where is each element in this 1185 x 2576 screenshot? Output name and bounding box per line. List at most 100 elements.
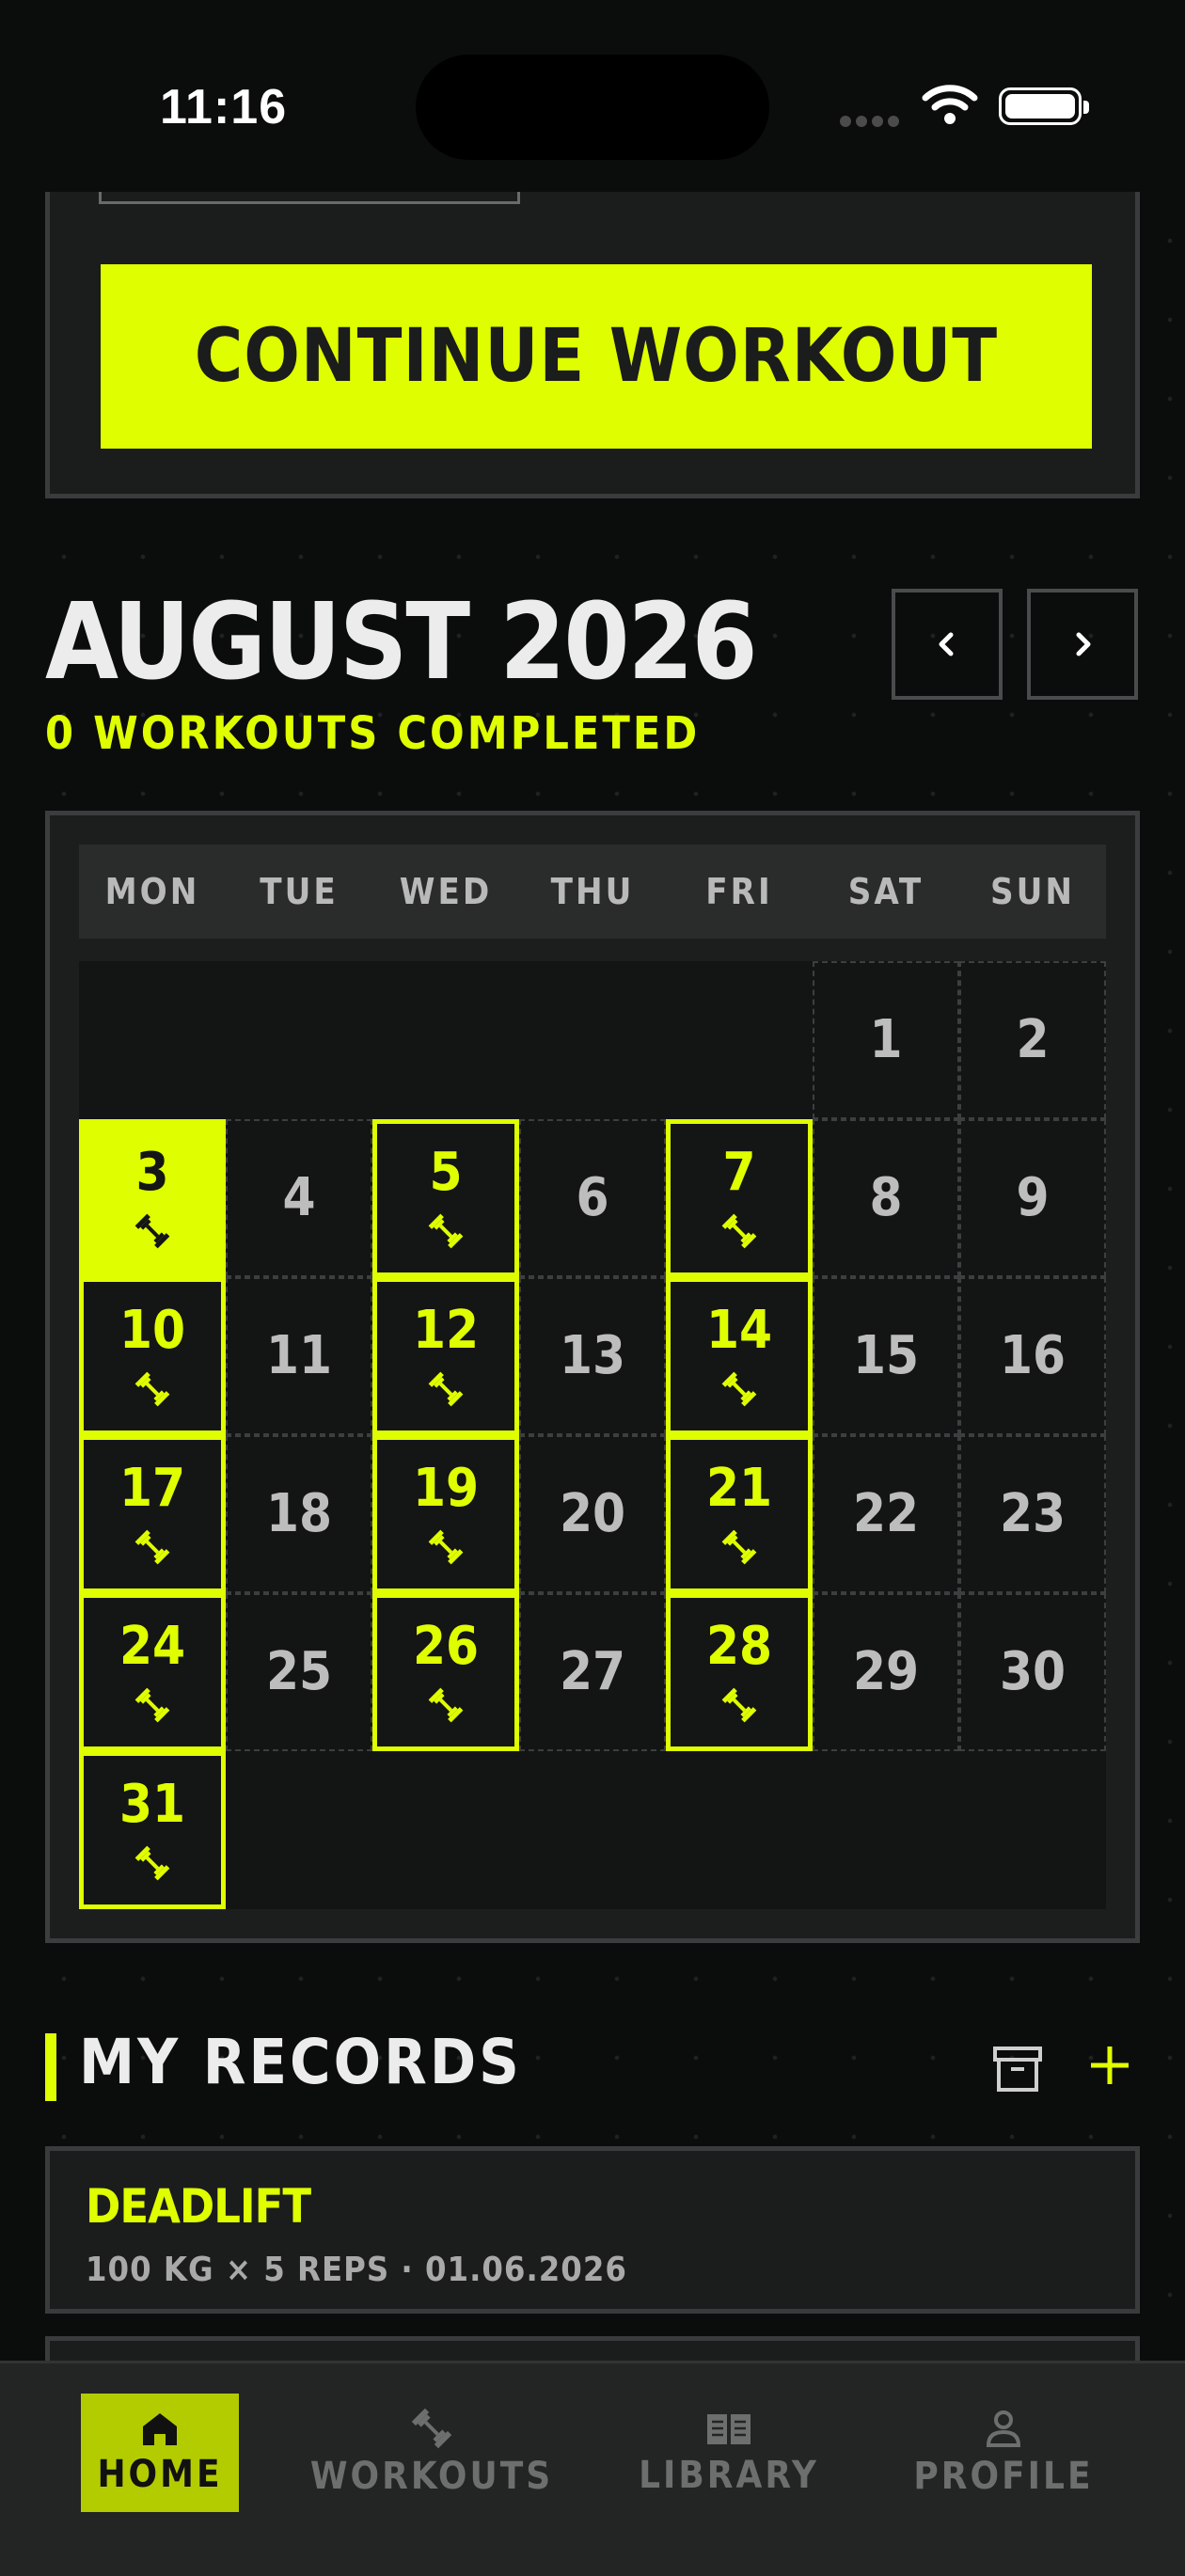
calendar-day-8[interactable]: 8 <box>813 1119 959 1277</box>
calendar-day-26[interactable]: 26 <box>372 1593 519 1751</box>
weekday-label: SAT <box>847 871 924 912</box>
day-number: 6 <box>576 1167 609 1228</box>
dumbbell-icon <box>134 1686 171 1724</box>
record-card[interactable]: DEADLIFT 100 KG × 5 REPS · 01.06.2026 <box>45 2146 1140 2314</box>
workouts-completed-label: 0 WORKOUTS COMPLETED <box>45 707 701 760</box>
day-number: 8 <box>869 1167 903 1228</box>
calendar-day-22[interactable]: 22 <box>813 1435 959 1593</box>
weekday-header: MON TUE WED THU FRI SAT SUN <box>79 845 1106 939</box>
day-number: 19 <box>412 1458 480 1519</box>
calendar-day-20[interactable]: 20 <box>519 1435 666 1593</box>
calendar-day-25[interactable]: 25 <box>226 1593 372 1751</box>
day-number: 11 <box>265 1325 333 1386</box>
previous-month-button[interactable] <box>892 589 1003 700</box>
day-number: 18 <box>265 1483 333 1544</box>
calendar-day-10[interactable]: 10 <box>79 1277 226 1435</box>
weekday-label: SUN <box>990 871 1075 912</box>
day-number: 15 <box>852 1325 920 1386</box>
calendar-day-28[interactable]: 28 <box>666 1593 813 1751</box>
dumbbell-icon <box>720 1370 758 1408</box>
home-icon <box>143 2413 177 2445</box>
day-number: 23 <box>999 1483 1066 1544</box>
wifi-icon <box>922 85 978 124</box>
dumbbell-icon <box>134 1528 171 1566</box>
day-number: 30 <box>999 1641 1066 1702</box>
record-name: DEADLIFT <box>86 2179 311 2234</box>
day-number: 29 <box>852 1641 920 1702</box>
calendar-day-4[interactable]: 4 <box>226 1119 372 1277</box>
calendar-day-30[interactable]: 30 <box>959 1593 1106 1751</box>
day-number: 5 <box>429 1142 463 1203</box>
calendar-day-24[interactable]: 24 <box>79 1593 226 1751</box>
day-number: 21 <box>705 1458 773 1519</box>
calendar-day-14[interactable]: 14 <box>666 1277 813 1435</box>
day-number: 28 <box>705 1616 773 1677</box>
archive-icon[interactable] <box>989 2041 1046 2097</box>
day-number: 7 <box>722 1142 756 1203</box>
calendar-day-11[interactable]: 11 <box>226 1277 372 1435</box>
calendar-day-12[interactable]: 12 <box>372 1277 519 1435</box>
calendar-day-23[interactable]: 23 <box>959 1435 1106 1593</box>
weekday-label: MON <box>104 871 200 912</box>
weekday-label: TUE <box>260 871 339 912</box>
dumbbell-icon <box>720 1528 758 1566</box>
calendar-day-16[interactable]: 16 <box>959 1277 1106 1435</box>
day-number: 26 <box>412 1616 480 1677</box>
calendar-day-17[interactable]: 17 <box>79 1435 226 1593</box>
calendar-day-19[interactable]: 19 <box>372 1435 519 1593</box>
calendar-day-15[interactable]: 15 <box>813 1277 959 1435</box>
records-title: MY RECORDS <box>79 2026 522 2098</box>
calendar-day-13[interactable]: 13 <box>519 1277 666 1435</box>
dumbbell-icon <box>134 1370 171 1408</box>
day-number: 22 <box>852 1483 920 1544</box>
status-bar: 11:16 <box>0 0 1185 192</box>
dumbbell-icon <box>134 1212 171 1250</box>
tab-label: HOME <box>97 2453 223 2496</box>
day-number: 2 <box>1016 1009 1050 1070</box>
calendar-day-29[interactable]: 29 <box>813 1593 959 1751</box>
day-number: 4 <box>282 1167 316 1228</box>
calendar-day-7[interactable]: 7 <box>666 1119 813 1277</box>
dumbbell-icon <box>427 1370 465 1408</box>
calendar-day-5[interactable]: 5 <box>372 1119 519 1277</box>
calendar-day-2[interactable]: 2 <box>959 961 1106 1119</box>
tab-label: PROFILE <box>913 2455 1094 2498</box>
record-detail: 100 KG × 5 REPS · 01.06.2026 <box>86 2251 627 2289</box>
tab-home[interactable]: HOME <box>81 2394 239 2512</box>
dumbbell-icon <box>427 1686 465 1724</box>
day-number: 16 <box>999 1325 1066 1386</box>
weekday-label: FRI <box>705 871 773 912</box>
day-number: 9 <box>1016 1167 1050 1228</box>
tab-library[interactable]: LIBRARY <box>639 2394 816 2512</box>
calendar-day-18[interactable]: 18 <box>226 1435 372 1593</box>
dumbbell-icon <box>720 1686 758 1724</box>
next-month-button[interactable] <box>1027 589 1138 700</box>
calendar-day-9[interactable]: 9 <box>959 1119 1106 1277</box>
current-workout-card: INCLINE DUMBBELL FLY CONTINUE WORKOUT <box>45 155 1140 498</box>
dumbbell-icon <box>720 1212 758 1250</box>
day-number: 27 <box>559 1641 626 1702</box>
calendar-day-31[interactable]: 31 <box>79 1751 226 1909</box>
day-number: 25 <box>265 1641 333 1702</box>
chevron-right-icon <box>1076 632 1091 656</box>
day-number: 17 <box>118 1458 186 1519</box>
add-record-icon[interactable] <box>1082 2037 1138 2094</box>
day-number: 14 <box>705 1300 773 1361</box>
calendar-day-1[interactable]: 1 <box>813 961 959 1119</box>
cellular-signal-icon <box>840 115 904 132</box>
dumbbell-icon <box>134 1844 171 1882</box>
calendar-day-27[interactable]: 27 <box>519 1593 666 1751</box>
calendar-day-6[interactable]: 6 <box>519 1119 666 1277</box>
chevron-left-icon <box>939 632 954 656</box>
section-accent-bar <box>45 2033 56 2101</box>
calendar-day-3[interactable]: 3 <box>79 1119 226 1277</box>
tab-profile[interactable]: PROFILE <box>913 2394 1091 2512</box>
day-number: 1 <box>869 1009 903 1070</box>
weekday-label: THU <box>550 871 635 912</box>
day-number: 24 <box>118 1616 186 1677</box>
continue-workout-button[interactable]: CONTINUE WORKOUT <box>101 264 1092 449</box>
tab-workouts[interactable]: WORKOUTS <box>310 2394 550 2512</box>
dumbbell-icon <box>427 1528 465 1566</box>
day-number: 31 <box>118 1774 186 1835</box>
calendar-day-21[interactable]: 21 <box>666 1435 813 1593</box>
